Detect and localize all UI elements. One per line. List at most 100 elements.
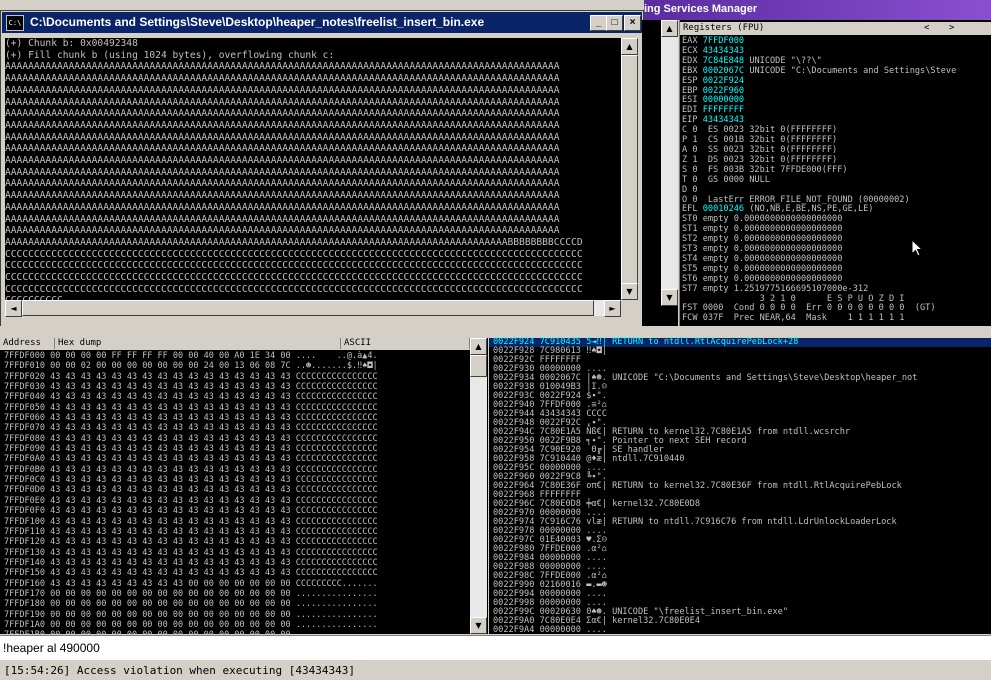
dump-ascii: ................	[295, 588, 378, 599]
stack-comment: RETURN to ntdll.7C916C76 from ntdll.LdrU…	[612, 517, 897, 527]
status-bar: [15:54:26] Access violation when executi…	[0, 659, 991, 680]
dump-address: 7FFDF110	[4, 526, 45, 537]
dump-row: 7FFDF120 43 43 43 43 43 43 43 43 43 43 4…	[4, 537, 378, 547]
dump-address: 7FFDF060	[4, 413, 45, 424]
scroll-right-icon[interactable]: ►	[604, 300, 621, 317]
scroll-down-icon[interactable]: ▼	[470, 617, 487, 634]
console-line: AAAAAAAAAAAAAAAAAAAAAAAAAAAAAAAAAAAAAAAA…	[5, 178, 560, 190]
dump-address: 7FFDF180	[4, 599, 45, 610]
maximize-button[interactable]: □	[606, 15, 623, 31]
console-line: AAAAAAAAAAAAAAAAAAAAAAAAAAAAAAAAAAAAAAAA…	[5, 155, 560, 167]
dump-hex: 43 43 43 43 43 43 43 43 43 43 43 43 43 4…	[50, 433, 291, 444]
console-title: C:\Documents and Settings\Steve\Desktop\…	[30, 15, 485, 29]
dump-hex: 43 43 43 43 43 43 43 43 43 43 43 43 43 4…	[50, 444, 291, 455]
stack-comment: kernel32.7C80E0D8	[612, 499, 701, 509]
command-line[interactable]: !heaper al 490000	[0, 635, 991, 660]
dump-hex: 43 43 43 43 43 43 43 43 43 43 43 43 43 4…	[50, 423, 291, 434]
dump-ascii: ................	[295, 619, 378, 630]
minimize-button[interactable]: _	[590, 15, 607, 31]
dump-row: 7FFDF110 43 43 43 43 43 43 43 43 43 43 4…	[4, 527, 378, 537]
dump-hex: 43 43 43 43 43 43 43 43 43 43 43 43 43 4…	[50, 537, 291, 548]
scroll-thumb[interactable]	[470, 355, 487, 377]
dump-row: 7FFDF130 43 43 43 43 43 43 43 43 43 43 4…	[4, 548, 378, 558]
dump-ascii: CCCCCCCCCCCCCCCC	[295, 537, 378, 548]
dump-hex: 00 00 00 00 00 00 00 00 00 00 00 00 00 0…	[50, 599, 291, 610]
nav-left-icon[interactable]: <	[924, 23, 929, 33]
flag-segment-row: D 0	[682, 184, 698, 195]
nav-right-icon[interactable]: >	[949, 23, 954, 33]
command-input[interactable]: !heaper al 490000	[3, 641, 100, 655]
stack-value: 00000000	[539, 625, 581, 635]
dump-row: 7FFDF0D0 43 43 43 43 43 43 43 43 43 43 4…	[4, 485, 378, 495]
console-line: AAAAAAAAAAAAAAAAAAAAAAAAAAAAAAAAAAAAAAAA…	[5, 166, 560, 178]
register-name: EIP	[682, 115, 698, 126]
dump-ascii: CCCCCCCCCCCCCCCC	[295, 413, 378, 424]
dump-address: 7FFDF160	[4, 578, 45, 589]
register-value: 0022F924	[702, 75, 745, 86]
dump-row: 7FFDF100 43 43 43 43 43 43 43 43 43 43 4…	[4, 517, 378, 527]
console-line: AAAAAAAAAAAAAAAAAAAAAAAAAAAAAAAAAAAAAAAA…	[5, 236, 583, 248]
register-name: EDI	[682, 105, 698, 116]
scroll-up-icon[interactable]: ▲	[621, 38, 638, 55]
console-line: CCCCCCCCCCCCCCCCCCCCCCCCCCCCCCCCCCCCCCCC…	[5, 248, 583, 260]
dump-hex: 00 00 00 00 FF FF FF FF 00 00 40 00 A0 1…	[50, 351, 291, 361]
dump-address: 7FFDF080	[4, 433, 45, 444]
disassembly-scrollbar[interactable]: ▲ ▼	[661, 20, 678, 306]
console-vertical-scrollbar[interactable]: ▲ ▼	[621, 38, 638, 300]
dump-address: 7FFDF030	[4, 382, 45, 393]
dump-address: 7FFDF050	[4, 402, 45, 413]
scroll-left-icon[interactable]: ◄	[5, 300, 22, 317]
dump-hex: 43 43 43 43 43 43 43 43 43 43 43 43 43 4…	[50, 382, 291, 393]
register-name: EFL	[682, 204, 698, 215]
scroll-up-icon[interactable]: ▲	[661, 20, 678, 37]
registers-title: Registers (FPU)	[683, 23, 765, 33]
dump-row: 7FFDF0E0 43 43 43 43 43 43 43 43 43 43 4…	[4, 496, 378, 506]
stack-comment: ntdll.7C910440	[612, 454, 685, 464]
background-window-titlebar[interactable]: ing Services Manager	[644, 0, 991, 20]
register-comment: UNICODE "C:\Documents and Settings\Steve	[749, 65, 957, 76]
scroll-up-icon[interactable]: ▲	[470, 338, 487, 355]
dump-ascii: CCCCCCCCCCCCCCCC	[295, 526, 378, 537]
col-address[interactable]: Address	[0, 338, 55, 349]
dump-address: 7FFDF070	[4, 423, 45, 434]
console-titlebar[interactable]: C:\ C:\Documents and Settings\Steve\Desk…	[2, 12, 642, 33]
hscroll-thumb[interactable]	[22, 300, 594, 316]
stack-pane[interactable]: 0022F924 7C910435 5◄‼| RETURN to ntdll.R…	[489, 338, 991, 635]
dump-ascii: CCCCCCCCCCCCCCCC	[295, 444, 378, 455]
dump-address: 7FFDF100	[4, 516, 45, 527]
dump-ascii: .... ..@.à▲4.	[295, 351, 378, 361]
dump-ascii: CCCCCCCCCCCCCCCC	[295, 464, 378, 475]
dump-header: Address Hex dump ASCII	[0, 338, 470, 350]
dump-scrollbar[interactable]: ▲ ▼	[470, 338, 487, 634]
stack-comment: RETURN to kernel32.7C80E36F from ntdll.R…	[612, 481, 902, 491]
memory-dump-pane[interactable]: Address Hex dump ASCII 7FFDF000 00 00 00…	[0, 338, 488, 661]
dump-address: 7FFDF150	[4, 568, 45, 579]
dump-hex: 43 43 43 43 43 43 43 43 43 00 00 00 00 0…	[50, 578, 291, 589]
console-line: AAAAAAAAAAAAAAAAAAAAAAAAAAAAAAAAAAAAAAAA…	[5, 201, 560, 213]
console-line: AAAAAAAAAAAAAAAAAAAAAAAAAAAAAAAAAAAAAAAA…	[5, 190, 560, 202]
dump-hex: 43 43 43 43 43 43 43 43 43 43 43 43 43 4…	[50, 557, 291, 568]
col-hex[interactable]: Hex dump	[55, 338, 341, 349]
dump-hex: 43 43 43 43 43 43 43 43 43 43 43 43 43 4…	[50, 495, 291, 506]
dump-row: 7FFDF180 00 00 00 00 00 00 00 00 00 00 0…	[4, 599, 378, 609]
console-window[interactable]: C:\ C:\Documents and Settings\Steve\Desk…	[0, 10, 644, 328]
dump-hex: 43 43 43 43 43 43 43 43 43 43 43 43 43 4…	[50, 392, 291, 403]
dump-row: 7FFDF1A0 00 00 00 00 00 00 00 00 00 00 0…	[4, 620, 378, 630]
col-ascii[interactable]: ASCII	[341, 338, 470, 349]
console-line: AAAAAAAAAAAAAAAAAAAAAAAAAAAAAAAAAAAAAAAA…	[5, 73, 560, 85]
dump-hex: 43 43 43 43 43 43 43 43 43 43 43 43 43 4…	[50, 516, 291, 527]
dump-address: 7FFDF0C0	[4, 475, 45, 486]
register-name: EAX	[682, 36, 698, 46]
dump-row: 7FFDF070 43 43 43 43 43 43 43 43 43 43 4…	[4, 423, 378, 433]
mouse-cursor-icon	[911, 239, 923, 257]
registers-pane[interactable]: Registers (FPU) < > EAX 7FFDF000 ECX 434…	[679, 20, 991, 326]
console-line: AAAAAAAAAAAAAAAAAAAAAAAAAAAAAAAAAAAAAAAA…	[5, 225, 560, 237]
console-horizontal-scrollbar[interactable]: ◄ ►	[5, 300, 621, 317]
register-comment: (NO,NB,E,BE,NS,PE,GE,LE)	[749, 204, 874, 215]
scroll-down-icon[interactable]: ▼	[621, 283, 638, 300]
registers-body: EAX 7FFDF000 ECX 43434343 EDX 7C84E848 U…	[682, 36, 957, 324]
scroll-thumb[interactable]	[621, 55, 638, 287]
close-button[interactable]: ×	[624, 15, 641, 31]
dump-address: 7FFDF1A0	[4, 619, 45, 630]
scroll-down-icon[interactable]: ▼	[661, 289, 678, 306]
